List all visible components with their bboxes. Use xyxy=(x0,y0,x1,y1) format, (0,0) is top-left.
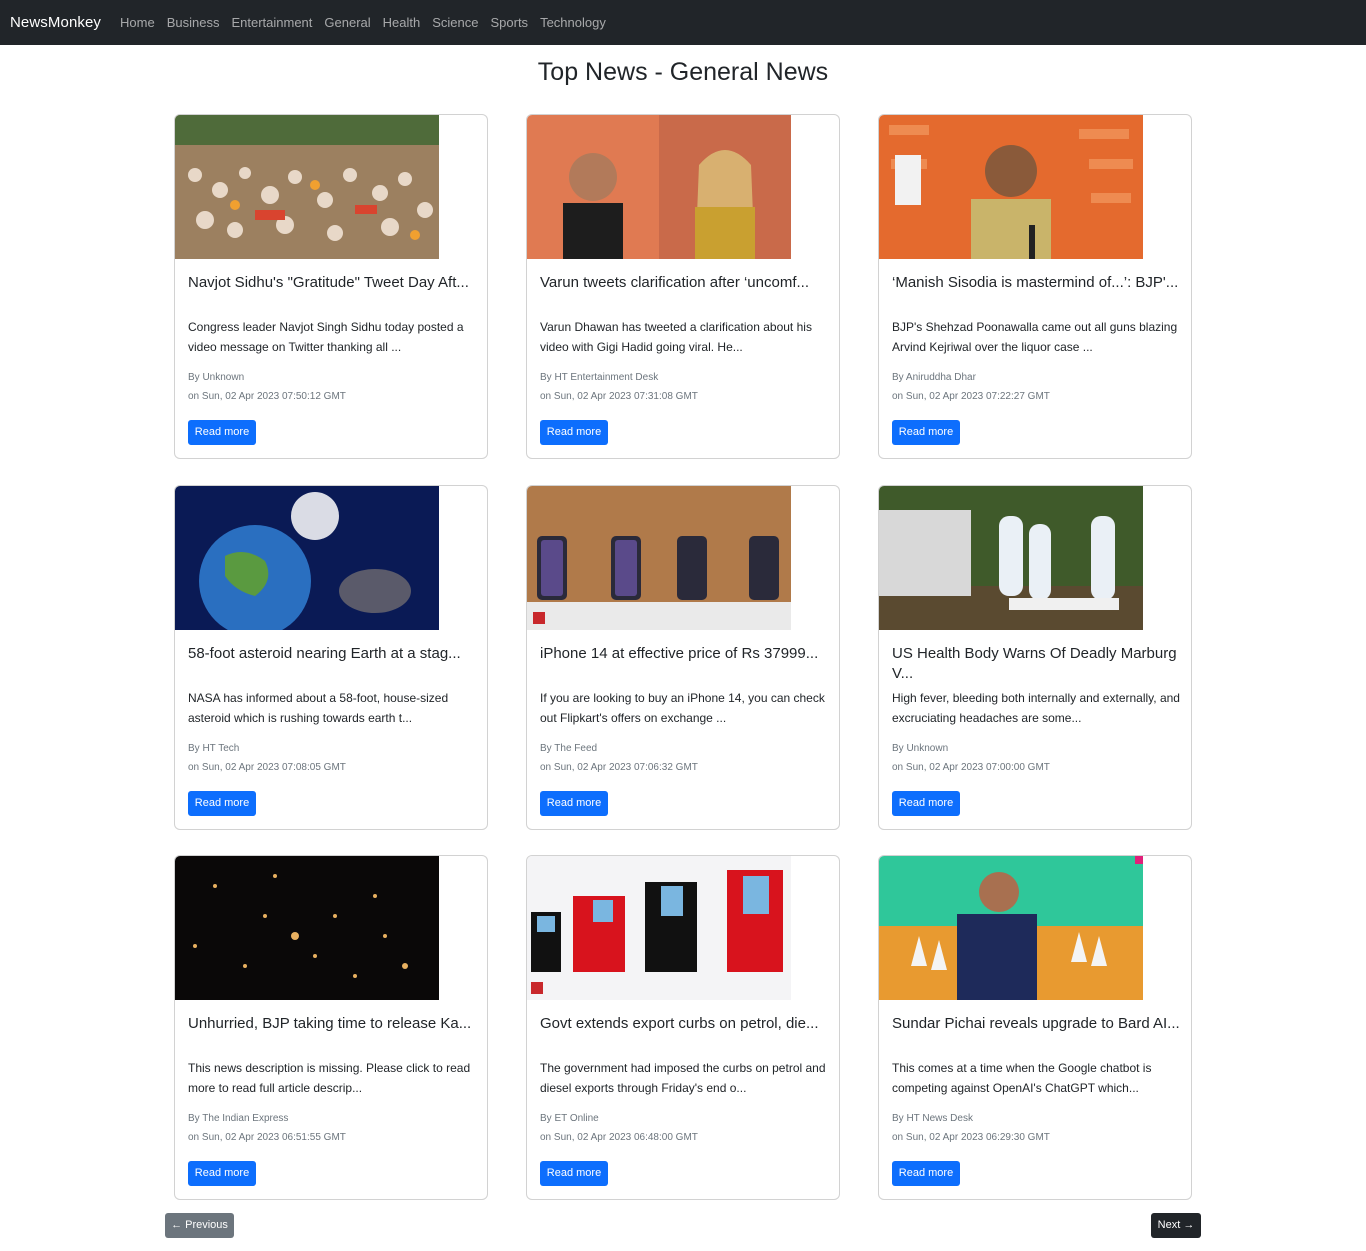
article-date: on Sun, 02 Apr 2023 06:48:00 GMT xyxy=(540,1132,698,1143)
read-more-button[interactable]: Read more xyxy=(540,791,608,816)
article-description: Varun Dhawan has tweeted a clarification… xyxy=(540,320,812,354)
nav-link-technology[interactable]: Technology xyxy=(540,15,606,30)
article-date: on Sun, 02 Apr 2023 07:50:12 GMT xyxy=(188,391,346,402)
article-image xyxy=(527,115,791,259)
article-date: on Sun, 02 Apr 2023 06:29:30 GMT xyxy=(892,1132,1050,1143)
article-title: Sundar Pichai reveals upgrade to Bard AI… xyxy=(892,1015,1180,1032)
read-more-button[interactable]: Read more xyxy=(188,1161,256,1186)
news-card: Sundar Pichai reveals upgrade to Bard AI… xyxy=(878,855,1192,1200)
brand-logo[interactable]: NewsMonkey xyxy=(10,14,101,31)
article-description: Congress leader Navjot Singh Sidhu today… xyxy=(188,320,464,354)
article-image xyxy=(879,856,1143,1000)
article-title: iPhone 14 at effective price of Rs 37999… xyxy=(540,645,819,662)
article-title: ‘Manish Sisodia is mastermind of...’: BJ… xyxy=(892,274,1179,291)
article-author: By HT Tech xyxy=(188,743,240,754)
news-card: 58-foot asteroid nearing Earth at a stag… xyxy=(174,485,488,830)
article-date: on Sun, 02 Apr 2023 07:22:27 GMT xyxy=(892,391,1050,402)
article-image xyxy=(175,856,439,1000)
nav-link-general[interactable]: General xyxy=(324,15,370,30)
read-more-button[interactable]: Read more xyxy=(540,420,608,445)
article-description: NASA has informed about a 58-foot, house… xyxy=(188,691,449,725)
news-card: ‘Manish Sisodia is mastermind of...’: BJ… xyxy=(878,114,1192,459)
article-image xyxy=(527,486,791,630)
news-card: US Health Body Warns Of Deadly Marburg V… xyxy=(878,485,1192,830)
article-date: on Sun, 02 Apr 2023 07:00:00 GMT xyxy=(892,762,1050,773)
article-image xyxy=(527,856,791,1000)
article-title: Varun tweets clarification after ‘uncomf… xyxy=(540,274,810,291)
article-image xyxy=(879,486,1143,630)
article-author: By HT News Desk xyxy=(892,1113,973,1124)
article-image xyxy=(175,486,439,630)
article-author: By ET Online xyxy=(540,1113,599,1124)
read-more-button[interactable]: Read more xyxy=(188,791,256,816)
read-more-button[interactable]: Read more xyxy=(540,1161,608,1186)
next-page-button[interactable]: Next → xyxy=(1151,1213,1201,1238)
news-card: iPhone 14 at effective price of Rs 37999… xyxy=(526,485,840,830)
article-author: By Unknown xyxy=(892,743,949,754)
article-author: By HT Entertainment Desk xyxy=(540,372,659,383)
nav-link-sports[interactable]: Sports xyxy=(490,15,528,30)
article-description: This news description is missing. Please… xyxy=(188,1061,471,1095)
news-card: Unhurried, BJP taking time to release Ka… xyxy=(174,855,488,1200)
nav-link-science[interactable]: Science xyxy=(432,15,478,30)
article-title: 58-foot asteroid nearing Earth at a stag… xyxy=(188,645,461,662)
article-title: US Health Body Warns Of Deadly Marburg V… xyxy=(892,645,1177,682)
article-description: This comes at a time when the Google cha… xyxy=(892,1061,1152,1095)
read-more-button[interactable]: Read more xyxy=(892,791,960,816)
nav-link-home[interactable]: Home xyxy=(120,15,155,30)
article-title: Unhurried, BJP taking time to release Ka… xyxy=(188,1015,472,1032)
news-card: Varun tweets clarification after ‘uncomf… xyxy=(526,114,840,459)
nav-link-entertainment[interactable]: Entertainment xyxy=(231,15,312,30)
article-author: By The Feed xyxy=(540,743,598,754)
article-description: If you are looking to buy an iPhone 14, … xyxy=(540,691,825,725)
article-date: on Sun, 02 Apr 2023 07:08:05 GMT xyxy=(188,762,346,773)
article-description: BJP's Shehzad Poonawalla came out all gu… xyxy=(892,320,1178,354)
read-more-button[interactable]: Read more xyxy=(892,1161,960,1186)
article-title: Govt extends export curbs on petrol, die… xyxy=(540,1015,819,1032)
article-image xyxy=(175,115,439,259)
nav-link-business[interactable]: Business xyxy=(167,15,220,30)
navbar: NewsMonkey Home Business Entertainment G… xyxy=(0,0,1366,45)
article-title: Navjot Sidhu's "Gratitude" Tweet Day Aft… xyxy=(188,274,469,291)
article-date: on Sun, 02 Apr 2023 06:51:55 GMT xyxy=(188,1132,346,1143)
previous-page-button[interactable]: ← Previous xyxy=(165,1213,234,1238)
news-card: Govt extends export curbs on petrol, die… xyxy=(526,855,840,1200)
article-date: on Sun, 02 Apr 2023 07:06:32 GMT xyxy=(540,762,698,773)
article-image xyxy=(879,115,1143,259)
page-title: Top News - General News xyxy=(537,58,829,86)
article-description: The government had imposed the curbs on … xyxy=(540,1061,826,1095)
article-description: High fever, bleeding both internally and… xyxy=(892,691,1180,725)
news-card: Navjot Sidhu's "Gratitude" Tweet Day Aft… xyxy=(174,114,488,459)
read-more-button[interactable]: Read more xyxy=(188,420,256,445)
article-author: By Aniruddha Dhar xyxy=(892,372,976,383)
nav-link-health[interactable]: Health xyxy=(383,15,421,30)
article-author: By Unknown xyxy=(188,372,245,383)
article-date: on Sun, 02 Apr 2023 07:31:08 GMT xyxy=(540,391,698,402)
read-more-button[interactable]: Read more xyxy=(892,420,960,445)
article-author: By The Indian Express xyxy=(188,1113,289,1124)
